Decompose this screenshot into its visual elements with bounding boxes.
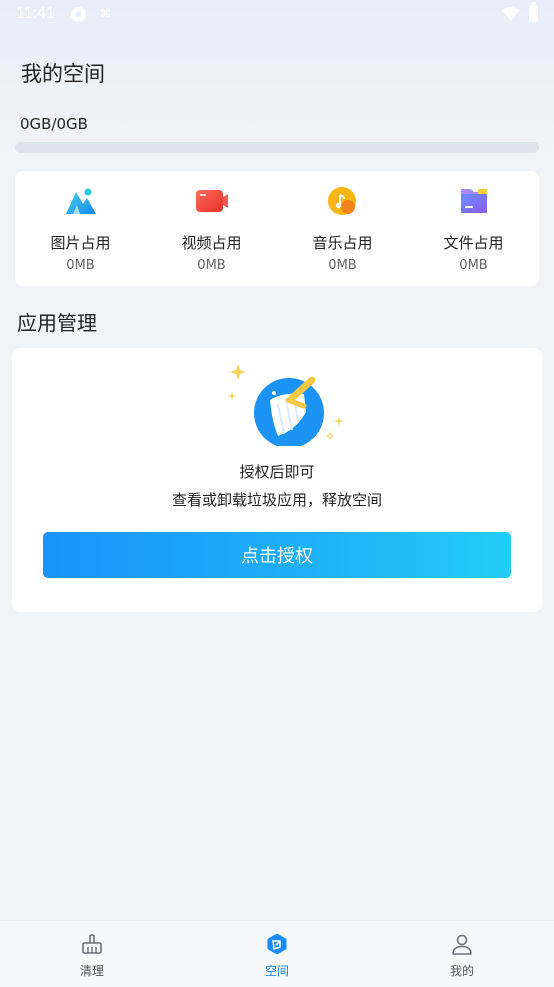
category-music[interactable]: 音乐占用 0MB <box>277 171 408 286</box>
category-images[interactable]: 图片占用 0MB <box>15 171 146 286</box>
music-icon <box>327 187 356 215</box>
authorize-button[interactable]: 点击授权 <box>43 532 511 578</box>
wifi-icon <box>502 7 520 21</box>
bottom-navigation: 清理 空间 我的 <box>0 920 554 987</box>
sync-icon <box>71 7 86 22</box>
category-value: 0MB <box>197 258 226 273</box>
nav-item-clean[interactable]: 清理 <box>0 921 184 987</box>
storage-progress-bar <box>15 142 539 153</box>
category-videos[interactable]: 视频占用 0MB <box>146 171 277 286</box>
status-time: 11:41 <box>16 5 55 22</box>
broom-icon <box>82 934 102 954</box>
category-files[interactable]: 文件占用 0MB <box>408 171 539 286</box>
auth-title: 授权后即可 <box>239 463 315 481</box>
status-bar: 11:41 ⌘ <box>0 0 554 30</box>
category-value: 0MB <box>459 258 488 273</box>
page-title: 我的空间 <box>21 62 105 86</box>
file-icon <box>460 189 487 213</box>
category-label: 音乐占用 <box>312 234 373 252</box>
nav-item-mine[interactable]: 我的 <box>370 921 554 987</box>
image-icon <box>65 188 96 214</box>
user-icon <box>452 934 472 955</box>
space-icon <box>267 933 287 955</box>
nav-label: 我的 <box>449 964 474 978</box>
nav-label: 空间 <box>264 964 289 978</box>
notification-icon: ⌘ <box>100 7 111 20</box>
battery-icon <box>529 2 538 22</box>
category-label: 视频占用 <box>181 234 242 252</box>
section-title-app-management: 应用管理 <box>17 311 97 335</box>
video-icon <box>195 190 228 212</box>
auth-description: 查看或卸载垃圾应用，释放空间 <box>171 491 382 509</box>
category-value: 0MB <box>66 258 95 273</box>
category-value: 0MB <box>328 258 357 273</box>
category-label: 文件占用 <box>443 234 504 252</box>
storage-usage-text: 0GB/0GB <box>20 115 88 133</box>
nav-item-space[interactable]: 空间 <box>185 921 369 987</box>
storage-category-card: 图片占用 0MB 视频占用 0MB 音乐占用 0MB 文件占用 0MB <box>15 171 539 286</box>
app-management-card: 授权后即可 查看或卸载垃圾应用，释放空间 点击授权 <box>12 348 542 612</box>
category-label: 图片占用 <box>50 234 111 252</box>
nav-label: 清理 <box>79 964 104 978</box>
broom-illustration-icon <box>228 364 344 446</box>
